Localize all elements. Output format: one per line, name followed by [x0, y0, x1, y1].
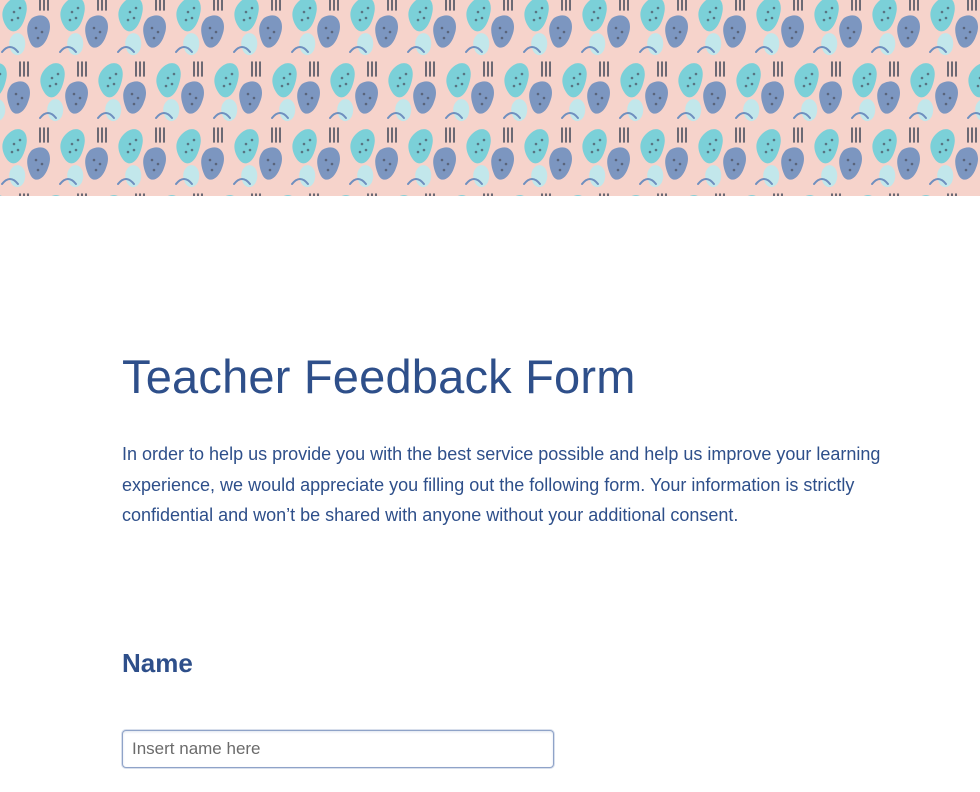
decorative-pattern — [0, 0, 980, 196]
header-banner — [0, 0, 980, 196]
form-intro: In order to help us provide you with the… — [122, 444, 881, 525]
page-title: Teacher Feedback Form — [122, 350, 636, 403]
name-input[interactable] — [122, 730, 554, 768]
name-field-label: Name — [122, 648, 193, 678]
